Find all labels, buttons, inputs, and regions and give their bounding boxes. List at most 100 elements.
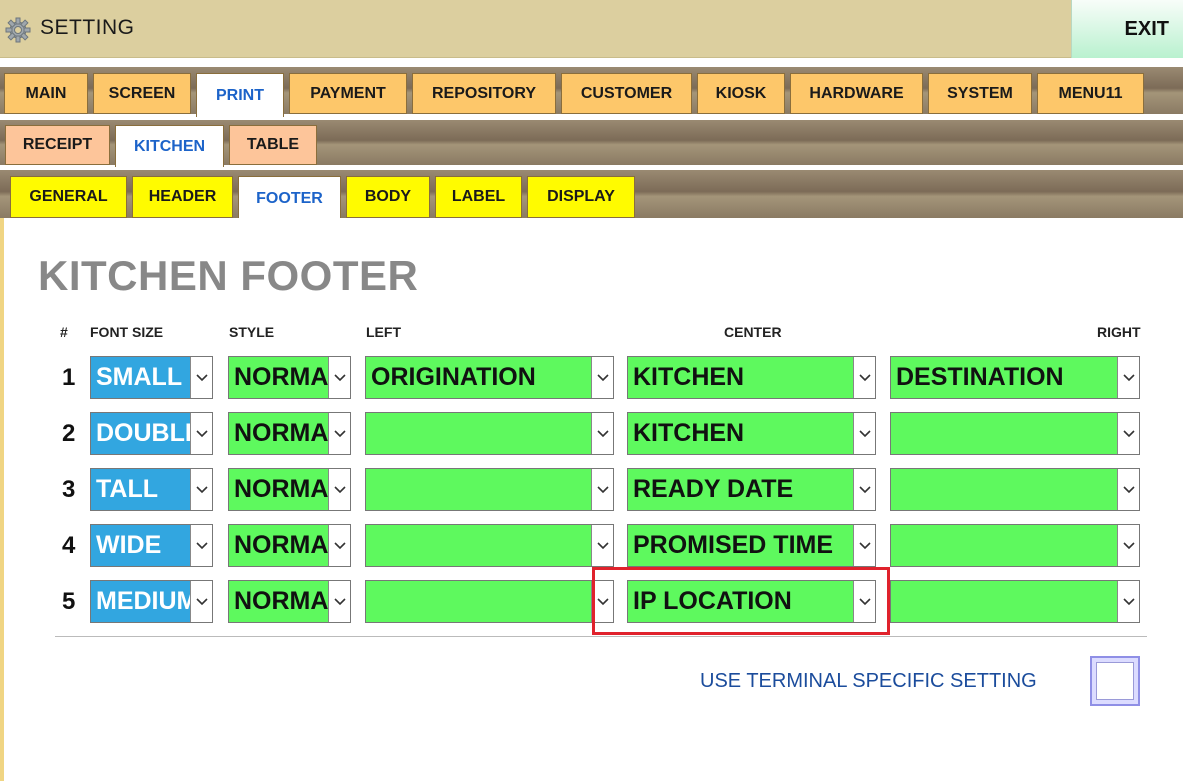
- font-size-select[interactable]: MEDIUM: [90, 580, 213, 623]
- chevron-down-icon: [190, 581, 212, 622]
- chevron-down-icon: [853, 413, 875, 454]
- chevron-down-icon: [328, 581, 350, 622]
- font-size-select[interactable]: DOUBLE: [90, 412, 213, 455]
- row-number: 5: [62, 588, 76, 615]
- exit-button[interactable]: EXIT: [1071, 0, 1183, 58]
- tab-kitchen[interactable]: KITCHEN: [115, 125, 224, 167]
- select-value: SMALL: [96, 363, 183, 391]
- gear-icon: [5, 17, 31, 43]
- tab-header[interactable]: HEADER: [132, 176, 233, 218]
- select-value: NORMAL: [234, 363, 328, 391]
- right-select[interactable]: [890, 524, 1140, 567]
- style-select[interactable]: NORMAL: [228, 412, 351, 455]
- divider: [55, 636, 1147, 637]
- select-value: NORMAL: [234, 475, 328, 503]
- tab-body[interactable]: BODY: [346, 176, 430, 218]
- terminal-setting-label: USE TERMINAL SPECIFIC SETTING: [700, 670, 1037, 692]
- terminal-setting-checkbox[interactable]: [1090, 656, 1140, 706]
- select-value: PROMISED TIME: [633, 531, 834, 559]
- center-select[interactable]: PROMISED TIME: [627, 524, 876, 567]
- tab-receipt[interactable]: RECEIPT: [5, 125, 110, 165]
- tab-hardware[interactable]: HARDWARE: [790, 73, 923, 114]
- select-value: MEDIUM: [96, 587, 190, 615]
- chevron-down-icon: [1117, 469, 1139, 510]
- select-value: TALL: [96, 475, 159, 503]
- right-select[interactable]: [890, 580, 1140, 623]
- chevron-down-icon: [853, 469, 875, 510]
- select-value: NORMAL: [234, 419, 328, 447]
- select-value: WIDE: [96, 531, 162, 559]
- column-header-center: CENTER: [724, 324, 782, 340]
- main-tab-bar: MAIN SCREEN PRINT PAYMENT REPOSITORY CUS…: [0, 67, 1183, 117]
- tab-general[interactable]: GENERAL: [10, 176, 127, 218]
- chevron-down-icon: [190, 469, 212, 510]
- tab-footer[interactable]: FOOTER: [238, 176, 341, 220]
- center-select[interactable]: KITCHEN: [627, 356, 876, 399]
- left-select[interactable]: [365, 412, 614, 455]
- chevron-down-icon: [328, 413, 350, 454]
- tab-screen[interactable]: SCREEN: [93, 73, 191, 114]
- chevron-down-icon: [591, 525, 613, 566]
- style-select[interactable]: NORMAL: [228, 468, 351, 511]
- right-select[interactable]: [890, 468, 1140, 511]
- chevron-down-icon: [328, 469, 350, 510]
- right-select[interactable]: [890, 412, 1140, 455]
- font-size-select[interactable]: TALL: [90, 468, 213, 511]
- left-select[interactable]: ORIGINATION: [365, 356, 614, 399]
- tab-label[interactable]: LABEL: [435, 176, 522, 218]
- select-value: KITCHEN: [633, 363, 745, 391]
- column-header-style: STYLE: [229, 324, 275, 340]
- chevron-down-icon: [1117, 413, 1139, 454]
- tab-table[interactable]: TABLE: [229, 125, 317, 165]
- left-select[interactable]: [365, 524, 614, 567]
- highlight-box: [592, 567, 890, 635]
- tab-print[interactable]: PRINT: [196, 73, 284, 117]
- style-select[interactable]: NORMAL: [228, 524, 351, 567]
- chevron-down-icon: [190, 413, 212, 454]
- chevron-down-icon: [853, 525, 875, 566]
- left-select[interactable]: [365, 580, 614, 623]
- tab-display[interactable]: DISPLAY: [527, 176, 635, 218]
- tab-system[interactable]: SYSTEM: [928, 73, 1032, 114]
- select-value: NORMAL: [234, 587, 328, 615]
- chevron-down-icon: [591, 357, 613, 398]
- tab-repository[interactable]: REPOSITORY: [412, 73, 556, 114]
- column-header-right: RIGHT: [1097, 324, 1141, 340]
- row-number: 4: [62, 532, 76, 559]
- chevron-down-icon: [591, 413, 613, 454]
- title-bar: SETTING: [0, 0, 1183, 58]
- select-value: READY DATE: [633, 475, 794, 503]
- center-select[interactable]: KITCHEN: [627, 412, 876, 455]
- select-value: DOUBLE: [96, 419, 190, 447]
- chevron-down-icon: [190, 357, 212, 398]
- row-number: 3: [62, 476, 76, 503]
- style-select[interactable]: NORMAL: [228, 356, 351, 399]
- tab-menu11[interactable]: MENU11: [1037, 73, 1144, 114]
- tab-payment[interactable]: PAYMENT: [289, 73, 407, 114]
- column-header-font-size: FONT SIZE: [90, 324, 164, 340]
- select-value: KITCHEN: [633, 419, 745, 447]
- font-size-select[interactable]: SMALL: [90, 356, 213, 399]
- select-value: DESTINATION: [896, 363, 1064, 391]
- kitchen-tab-bar: GENERAL HEADER FOOTER BODY LABEL DISPLAY: [0, 170, 1183, 220]
- chevron-down-icon: [1117, 581, 1139, 622]
- checkbox-box: [1096, 662, 1134, 700]
- right-select[interactable]: DESTINATION: [890, 356, 1140, 399]
- row-number: 2: [62, 420, 76, 447]
- chevron-down-icon: [1117, 525, 1139, 566]
- chevron-down-icon: [853, 357, 875, 398]
- left-select[interactable]: [365, 468, 614, 511]
- tab-customer[interactable]: CUSTOMER: [561, 73, 692, 114]
- tab-kiosk[interactable]: KIOSK: [697, 73, 785, 114]
- style-select[interactable]: NORMAL: [228, 580, 351, 623]
- center-select[interactable]: READY DATE: [627, 468, 876, 511]
- select-value: NORMAL: [234, 531, 328, 559]
- select-value: ORIGINATION: [371, 363, 536, 391]
- chevron-down-icon: [190, 525, 212, 566]
- page-title: KITCHEN FOOTER: [38, 252, 419, 299]
- font-size-select[interactable]: WIDE: [90, 524, 213, 567]
- tab-main[interactable]: MAIN: [4, 73, 88, 114]
- window-title: SETTING: [40, 16, 135, 39]
- chevron-down-icon: [328, 525, 350, 566]
- chevron-down-icon: [328, 357, 350, 398]
